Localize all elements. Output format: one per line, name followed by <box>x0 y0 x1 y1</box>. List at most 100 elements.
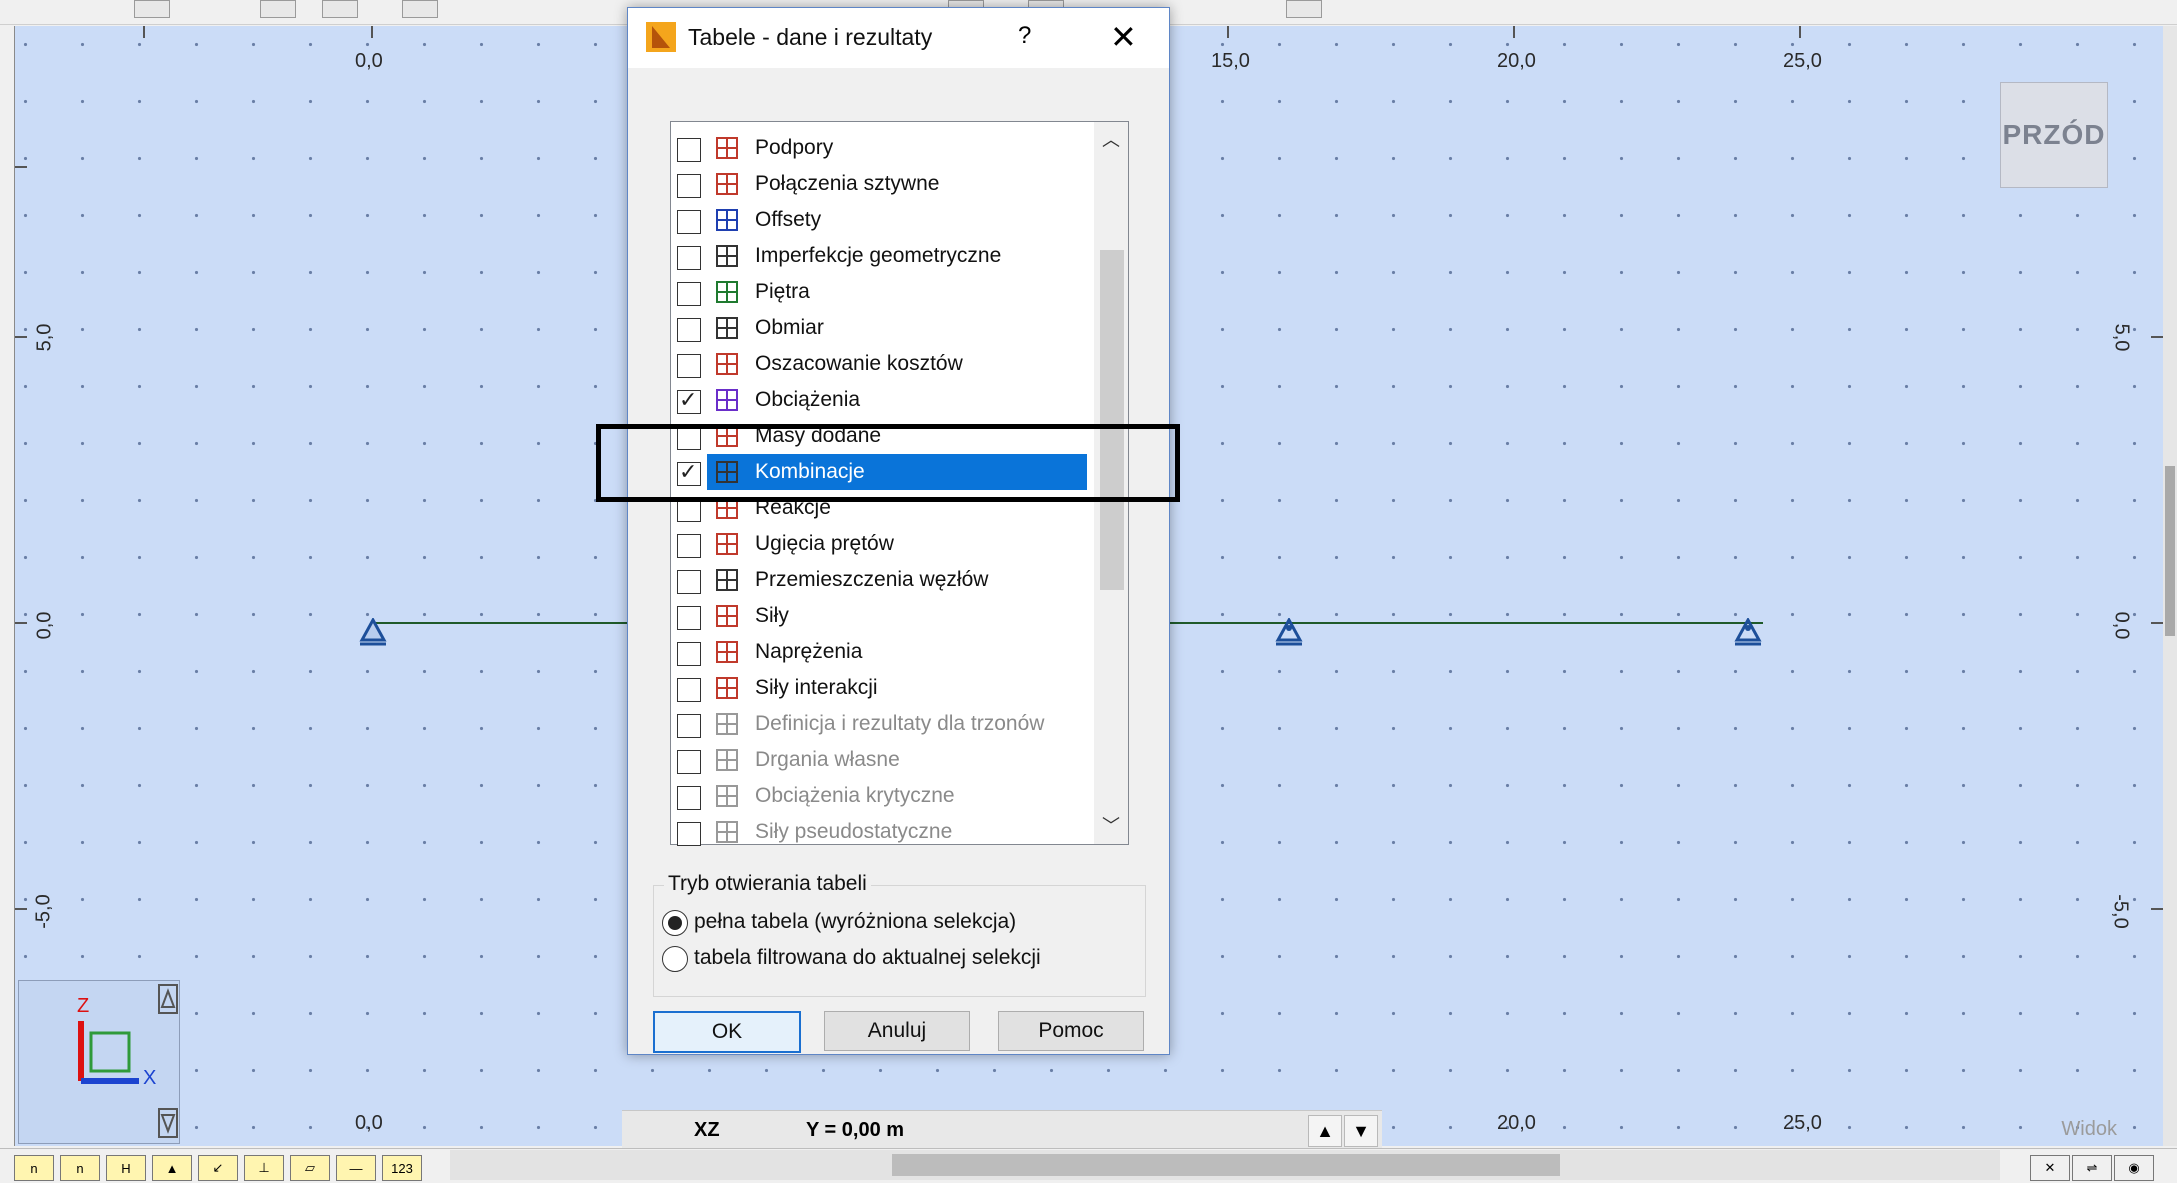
item-checkbox[interactable] <box>677 678 701 702</box>
item-checkbox[interactable] <box>677 138 701 162</box>
list-item[interactable]: Podpory <box>671 130 1091 166</box>
item-checkbox[interactable] <box>677 606 701 630</box>
list-item[interactable]: Ugięcia prętów <box>671 526 1091 562</box>
list-item[interactable]: Obciążenia krytyczne <box>671 778 1091 814</box>
list-item[interactable]: Offsety <box>671 202 1091 238</box>
section-button[interactable]: H <box>106 1155 146 1181</box>
item-checkbox[interactable] <box>677 387 701 414</box>
list-item[interactable]: Piętra <box>671 274 1091 310</box>
scrollbar-thumb[interactable] <box>892 1154 1560 1176</box>
x-axis-label-top: 20,0 <box>1497 50 1536 72</box>
list-item[interactable]: Obmiar <box>671 310 1091 346</box>
list-item-label: Siły interakcji <box>755 676 878 699</box>
display-option-button[interactable]: ⇌ <box>2072 1155 2112 1181</box>
loads-display-button[interactable]: ↙ <box>198 1155 238 1181</box>
item-checkbox[interactable] <box>677 570 701 594</box>
list-item-label: Połączenia sztywne <box>755 172 940 195</box>
list-item-label: Definicja i rezultaty dla trzonów <box>755 712 1045 735</box>
axis-indicator[interactable]: Z X <box>18 980 180 1144</box>
list-item-label: Oszacowanie kosztów <box>755 352 963 375</box>
table-type-icon <box>716 533 738 555</box>
item-checkbox[interactable] <box>677 714 701 738</box>
x-axis-label-bottom: 25,0 <box>1783 1112 1822 1134</box>
dialog-titlebar[interactable]: Tabele - dane i rezultaty ? ✕ <box>628 8 1169 68</box>
coord-down-button[interactable]: ▼ <box>1344 1115 1378 1147</box>
axes-display-button[interactable]: ⊥ <box>244 1155 284 1181</box>
item-checkbox[interactable] <box>677 354 701 378</box>
filtered-table-label[interactable]: tabela filtrowana do aktualnej selekcji <box>694 946 1041 970</box>
item-checkbox[interactable] <box>677 210 701 234</box>
table-type-icon <box>716 137 738 159</box>
vertical-scrollbar[interactable] <box>2163 26 2177 1146</box>
filtered-table-radio[interactable] <box>662 946 688 972</box>
item-checkbox[interactable] <box>677 642 701 666</box>
x-axis-label-bottom: 0,0 <box>355 1112 383 1134</box>
list-item-label: Obmiar <box>755 316 824 339</box>
cancel-button[interactable]: Anuluj <box>824 1011 970 1051</box>
list-item[interactable]: Imperfekcje geometryczne <box>671 238 1091 274</box>
item-checkbox[interactable] <box>677 318 701 342</box>
toolbar-button[interactable] <box>322 0 358 18</box>
display-option-button[interactable]: ◉ <box>2114 1155 2154 1181</box>
scroll-down-icon[interactable]: ﹀ <box>1102 812 1120 838</box>
list-item[interactable]: Siły pseudostatyczne <box>671 814 1091 850</box>
list-item-label: Piętra <box>755 280 810 303</box>
item-checkbox[interactable] <box>677 246 701 270</box>
item-checkbox[interactable] <box>677 750 701 774</box>
panels-display-button[interactable]: ▱ <box>290 1155 330 1181</box>
offsets-display-button[interactable]: — <box>336 1155 376 1181</box>
list-item-label: Naprężenia <box>755 640 863 663</box>
supports-display-button[interactable]: ▲ <box>152 1155 192 1181</box>
help-title-button[interactable]: ? <box>1018 22 1031 50</box>
roller-support-icon[interactable] <box>1733 618 1763 648</box>
scroll-up-icon[interactable]: ︿ <box>1102 126 1120 152</box>
list-item[interactable]: Obciążenia <box>671 382 1091 418</box>
node-numbers-button[interactable]: n <box>14 1155 54 1181</box>
full-table-label[interactable]: pełna tabela (wyróżniona selekcja) <box>694 910 1016 934</box>
view-cube-front[interactable]: PRZÓD <box>2000 82 2108 188</box>
plane-label[interactable]: XZ <box>694 1119 720 1142</box>
list-item[interactable]: Naprężenia <box>671 634 1091 670</box>
table-type-icon <box>716 821 738 843</box>
coord-up-button[interactable]: ▲ <box>1308 1115 1342 1147</box>
list-item[interactable]: Siły interakcji <box>671 670 1091 706</box>
list-item[interactable]: Połączenia sztywne <box>671 166 1091 202</box>
table-type-icon <box>716 677 738 699</box>
list-item[interactable]: Definicja i rezultaty dla trzonów <box>671 706 1091 742</box>
z-axis-label-right: 5,0 <box>2110 323 2133 352</box>
pin-support-icon[interactable] <box>358 618 388 648</box>
list-item[interactable]: Siły <box>671 598 1091 634</box>
ruler-tick <box>1513 26 1515 38</box>
axis-x-label: X <box>143 1067 157 1089</box>
member-numbers-button[interactable]: n <box>60 1155 100 1181</box>
table-type-icon <box>716 641 738 663</box>
scrollbar-thumb[interactable] <box>2165 466 2175 636</box>
item-checkbox[interactable] <box>677 282 701 306</box>
toolbar-button[interactable] <box>134 0 170 18</box>
list-item-label: Offsety <box>755 208 822 231</box>
table-type-icon <box>716 713 738 735</box>
toolbar-button[interactable] <box>1286 0 1322 18</box>
display-option-button[interactable]: ✕ <box>2030 1155 2070 1181</box>
x-axis-label-top: 25,0 <box>1783 50 1822 72</box>
roller-support-icon[interactable] <box>1274 618 1304 648</box>
ruler-tick <box>15 336 27 338</box>
table-type-icon <box>716 569 738 591</box>
list-item[interactable]: Przemieszczenia węzłów <box>671 562 1091 598</box>
toolbar-button[interactable] <box>402 0 438 18</box>
axis-triad-icon <box>78 984 178 1138</box>
item-checkbox[interactable] <box>677 822 701 846</box>
help-button[interactable]: Pomoc <box>998 1011 1144 1051</box>
toolbar-button[interactable] <box>260 0 296 18</box>
horizontal-scrollbar[interactable] <box>450 1150 2000 1180</box>
list-item[interactable]: Drgania własne <box>671 742 1091 778</box>
item-checkbox[interactable] <box>677 534 701 558</box>
item-checkbox[interactable] <box>677 174 701 198</box>
ok-button[interactable]: OK <box>653 1011 801 1053</box>
item-checkbox[interactable] <box>677 786 701 810</box>
list-item[interactable]: Oszacowanie kosztów <box>671 346 1091 382</box>
values-display-button[interactable]: 123 <box>382 1155 422 1181</box>
full-table-radio[interactable] <box>662 910 688 936</box>
scrollbar-thumb[interactable] <box>1100 250 1124 590</box>
close-button[interactable]: ✕ <box>1110 18 1137 56</box>
